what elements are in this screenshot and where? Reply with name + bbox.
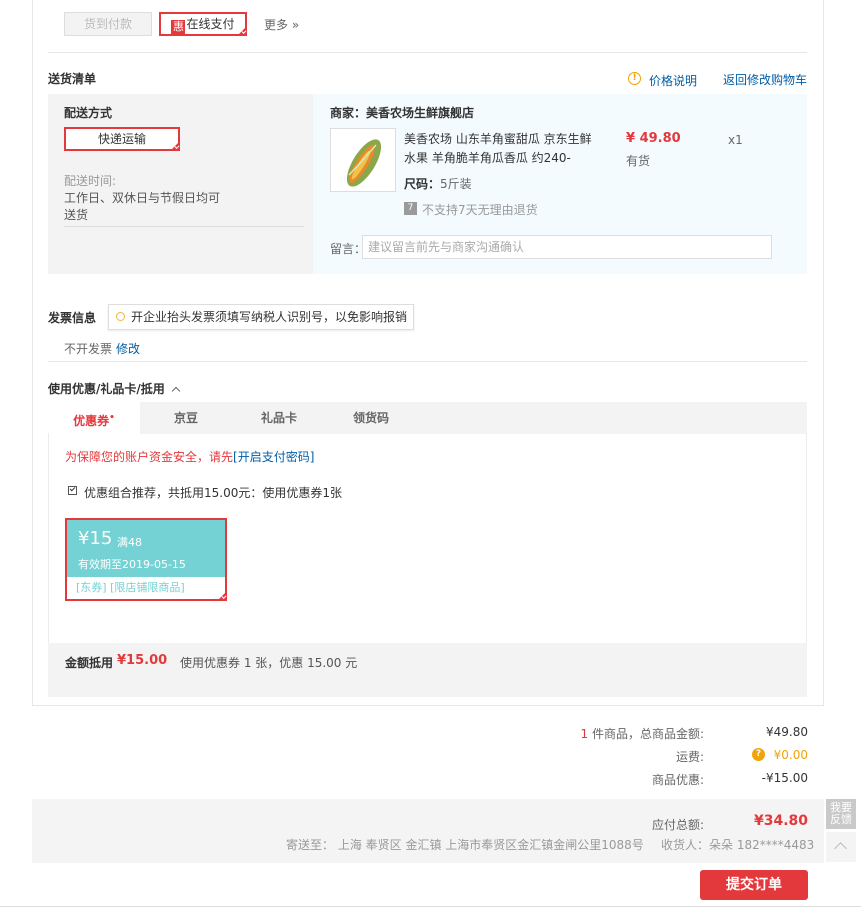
freight-label: 运费: <box>675 750 704 764</box>
goods-total-label: 件商品，总商品金额: <box>591 727 704 741</box>
payable-amount: ¥34.80 <box>753 813 808 829</box>
melon-image-icon <box>331 129 395 191</box>
online-payment-label: 在线支付 <box>186 17 235 31</box>
message-label: 留言： <box>330 242 367 256</box>
tab-gift-card[interactable]: 礼品卡 <box>241 402 317 434</box>
more-payment-link[interactable]: 更多 » <box>264 16 299 33</box>
invoice-value: 不开发票 <box>64 342 113 356</box>
coupon-card[interactable]: ¥15 满48 有效期至2019-05-15 [东券] [限店铺限商品] <box>65 518 227 601</box>
discount-title[interactable]: 使用优惠/礼品卡/抵用 <box>48 380 181 397</box>
payable-label: 应付总额: <box>651 818 704 832</box>
goods-count-label: 1 件商品，总商品金额: <box>500 725 704 742</box>
product-discount-amount: -¥15.00 <box>761 771 808 785</box>
feedback-button[interactable]: 我要反馈 <box>826 799 856 829</box>
size-label: 尺码： <box>404 177 441 191</box>
submit-order-button[interactable]: 提交订单 <box>700 870 808 900</box>
discount-summary-detail: 使用优惠券 1 张，优惠 15.00 元 <box>180 656 358 670</box>
tab-redeem-code[interactable]: 领货码 <box>333 402 409 434</box>
coupon-card-header: ¥15 满48 有效期至2019-05-15 <box>67 520 225 577</box>
receiver-info: 收货人：朵朵 182****4483 <box>661 838 815 852</box>
coupon-validity: 有效期至2019-05-15 <box>78 558 186 571</box>
goods-count: 1 <box>580 727 589 741</box>
selected-check-icon <box>217 591 227 601</box>
shipping-address: 寄送至： 上海 奉贤区 金汇镇 上海市奉贤区金汇镇金闸公里1088号 <box>286 838 644 852</box>
footer-divider <box>0 906 861 907</box>
delivery-time-value-2: 送货 <box>64 208 89 222</box>
combo-recommendation: 优惠组合推荐，共抵用15.00元：使用优惠券1张 <box>84 486 342 500</box>
discount-summary-amount: ¥15.00 <box>117 653 168 668</box>
tab-jingdou[interactable]: 京豆 <box>148 402 224 434</box>
divider <box>64 226 304 227</box>
checkmark-icon <box>69 485 76 492</box>
invoice-tip-text: 开企业抬头发票须填写纳税人识别号，以免影响报销 <box>131 310 408 324</box>
goods-total: ¥49.80 <box>766 725 808 739</box>
tab-coupons[interactable]: 优惠券• <box>48 402 140 434</box>
shipping-method-title: 配送方式 <box>64 106 113 120</box>
coupon-scope: [东券] [限店铺限商品] <box>67 577 225 599</box>
stock-status: 有货 <box>626 154 651 168</box>
product-name-line-2[interactable]: 水果 羊角脆羊角瓜香瓜 约240- <box>404 149 571 166</box>
hui-badge-icon: 惠 <box>171 20 186 34</box>
online-payment-button[interactable]: 惠在线支付 <box>159 12 247 36</box>
delivery-list-title: 送货清单 <box>48 72 97 86</box>
discount-title-text: 使用优惠/礼品卡/抵用 <box>48 382 165 396</box>
chevron-up-icon <box>834 842 847 855</box>
divider <box>48 52 807 53</box>
tab-coupons-label: 优惠券 <box>73 414 110 428</box>
product-quantity: x1 <box>728 133 743 147</box>
product-image[interactable] <box>330 128 396 192</box>
product-price: ¥ 49.80 <box>626 131 681 146</box>
discount-summary <box>48 643 807 697</box>
discount-tabs: 优惠券• 京豆 礼品卡 领货码 <box>48 402 807 434</box>
coupon-amount: ¥15 <box>78 528 113 549</box>
selected-check-icon <box>170 141 180 151</box>
divider <box>48 361 807 362</box>
size-value: 5斤装 <box>440 177 472 191</box>
no-return-note: 不支持7天无理由退货 <box>422 203 538 217</box>
no-return-icon: 7 <box>404 202 417 215</box>
combo-checkbox[interactable] <box>68 485 77 495</box>
bulb-icon <box>116 312 125 321</box>
invoice-tip: 开企业抬头发票须填写纳税人识别号，以免影响报销 <box>108 304 414 330</box>
payable-bar <box>32 799 824 863</box>
info-icon: ! <box>628 72 641 85</box>
back-to-cart-link[interactable]: 返回修改购物车 <box>723 71 807 88</box>
delivery-time-value: 工作日、双休日与节假日均可 <box>64 191 221 205</box>
security-notice-text: 为保障您的账户资金安全，请先 <box>65 450 234 464</box>
selected-check-icon <box>237 26 247 36</box>
express-shipping-option[interactable]: 快递运输 <box>64 127 180 151</box>
help-icon[interactable]: ? <box>752 748 765 761</box>
merchant-name: 商家：美香农场生鲜旗舰店 <box>330 106 475 120</box>
product-size: 尺码：5斤装 <box>404 175 472 192</box>
invoice-edit-link[interactable]: 修改 <box>116 340 140 357</box>
enable-pay-password-link[interactable]: [开启支付密码] <box>233 450 314 464</box>
freight-amount: ¥0.00 <box>773 748 808 762</box>
security-notice: 为保障您的账户资金安全，请先[开启支付密码] <box>65 448 314 465</box>
delivery-time-label: 配送时间: <box>64 174 117 188</box>
price-note-link[interactable]: 价格说明 <box>649 72 697 89</box>
coupon-threshold: 满48 <box>117 536 142 549</box>
discount-summary-label: 金额抵用 <box>65 656 114 670</box>
back-to-top-button[interactable] <box>826 832 856 862</box>
invoice-title: 发票信息 <box>48 311 97 325</box>
express-shipping-label: 快递运输 <box>97 132 146 146</box>
message-input[interactable]: 建议留言前先与商家沟通确认 <box>362 235 772 259</box>
product-name-line-1[interactable]: 美香农场 山东羊角蜜甜瓜 京东生鲜 <box>404 130 592 147</box>
cod-payment-button[interactable]: 货到付款 <box>64 12 152 36</box>
chevron-up-icon <box>171 386 181 396</box>
product-discount-label: 商品优惠: <box>651 773 704 787</box>
